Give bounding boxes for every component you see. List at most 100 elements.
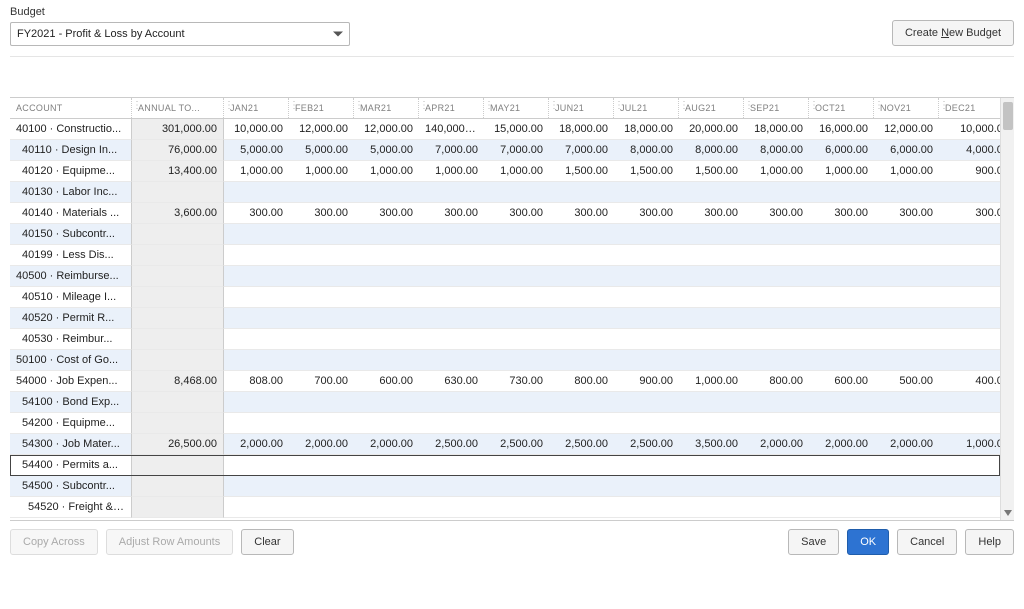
month-cell[interactable] (939, 224, 1000, 245)
month-cell[interactable] (224, 413, 289, 434)
month-cell[interactable]: 5,000.00 (354, 140, 419, 161)
month-cell[interactable]: 700.00 (289, 371, 354, 392)
month-cell[interactable] (679, 392, 744, 413)
month-cell[interactable]: 800.00 (549, 371, 614, 392)
month-cell[interactable] (549, 497, 614, 518)
month-cell[interactable] (224, 329, 289, 350)
month-cell[interactable] (289, 392, 354, 413)
month-cell[interactable] (419, 287, 484, 308)
account-cell[interactable]: 40510 · Mileage I... (10, 287, 132, 308)
month-cell[interactable] (679, 497, 744, 518)
annual-total-cell[interactable] (132, 392, 224, 413)
month-cell[interactable] (614, 224, 679, 245)
month-cell[interactable] (484, 329, 549, 350)
month-cell[interactable] (549, 350, 614, 371)
month-cell[interactable] (224, 182, 289, 203)
annual-total-cell[interactable]: 76,000.00 (132, 140, 224, 161)
month-cell[interactable] (484, 287, 549, 308)
account-cell[interactable]: 54300 · Job Mater... (10, 434, 132, 455)
table-row[interactable]: 40120 · Equipme...13,400.001,000.001,000… (10, 161, 1000, 182)
month-cell[interactable] (224, 224, 289, 245)
help-button[interactable]: Help (965, 529, 1014, 555)
month-cell[interactable] (874, 308, 939, 329)
month-cell[interactable] (614, 266, 679, 287)
month-cell[interactable] (614, 182, 679, 203)
month-cell[interactable] (549, 182, 614, 203)
month-cell[interactable]: 2,500.00 (419, 434, 484, 455)
table-row[interactable]: 40510 · Mileage I... (10, 287, 1000, 308)
month-cell[interactable]: 1,000.00 (939, 434, 1000, 455)
account-cell[interactable]: 40500 · Reimburse... (10, 266, 132, 287)
table-row[interactable]: 40130 · Labor Inc... (10, 182, 1000, 203)
month-cell[interactable]: 12,000.00 (354, 119, 419, 140)
account-cell[interactable]: 40130 · Labor Inc... (10, 182, 132, 203)
month-cell[interactable] (744, 308, 809, 329)
month-cell[interactable]: 300.00 (289, 203, 354, 224)
month-cell[interactable] (679, 413, 744, 434)
vertical-scrollbar[interactable] (1000, 98, 1014, 520)
table-row[interactable]: 40110 · Design In...76,000.005,000.005,0… (10, 140, 1000, 161)
month-cell[interactable] (874, 392, 939, 413)
month-cell[interactable] (809, 392, 874, 413)
month-cell[interactable] (224, 392, 289, 413)
month-cell[interactable] (614, 455, 679, 476)
column-header[interactable]: OCT21 (809, 98, 874, 118)
month-cell[interactable] (419, 413, 484, 434)
month-cell[interactable] (809, 329, 874, 350)
month-cell[interactable]: 2,000.00 (224, 434, 289, 455)
month-cell[interactable]: 2,000.00 (874, 434, 939, 455)
month-cell[interactable] (679, 287, 744, 308)
month-cell[interactable] (809, 413, 874, 434)
month-cell[interactable]: 1,500.00 (549, 161, 614, 182)
month-cell[interactable] (744, 350, 809, 371)
month-cell[interactable] (939, 413, 1000, 434)
month-cell[interactable]: 300.00 (549, 203, 614, 224)
month-cell[interactable]: 1,000.00 (874, 161, 939, 182)
month-cell[interactable]: 300.00 (484, 203, 549, 224)
month-cell[interactable] (939, 308, 1000, 329)
month-cell[interactable]: 7,000.00 (484, 140, 549, 161)
month-cell[interactable]: 300.00 (809, 203, 874, 224)
month-cell[interactable]: 300.00 (874, 203, 939, 224)
month-cell[interactable]: 3,500.00 (679, 434, 744, 455)
month-cell[interactable]: 1,000.00 (484, 161, 549, 182)
month-cell[interactable] (354, 329, 419, 350)
annual-total-cell[interactable]: 3,600.00 (132, 203, 224, 224)
month-cell[interactable]: 2,500.00 (549, 434, 614, 455)
month-cell[interactable] (484, 413, 549, 434)
month-cell[interactable] (419, 308, 484, 329)
month-cell[interactable] (874, 497, 939, 518)
month-cell[interactable] (614, 308, 679, 329)
month-cell[interactable] (614, 329, 679, 350)
month-cell[interactable]: 1,000.00 (289, 161, 354, 182)
month-cell[interactable]: 8,000.00 (679, 140, 744, 161)
month-cell[interactable] (939, 497, 1000, 518)
annual-total-cell[interactable]: 8,468.00 (132, 371, 224, 392)
month-cell[interactable] (354, 224, 419, 245)
annual-total-cell[interactable] (132, 245, 224, 266)
month-cell[interactable] (354, 476, 419, 497)
account-cell[interactable]: 40150 · Subcontr... (10, 224, 132, 245)
annual-total-cell[interactable] (132, 329, 224, 350)
create-new-budget-button[interactable]: Create New Budget (892, 20, 1014, 46)
column-header[interactable]: NOV21 (874, 98, 939, 118)
month-cell[interactable] (744, 329, 809, 350)
month-cell[interactable] (484, 392, 549, 413)
month-cell[interactable] (419, 266, 484, 287)
month-cell[interactable]: 18,000.00 (614, 119, 679, 140)
month-cell[interactable] (224, 266, 289, 287)
table-row[interactable]: 40520 · Permit R... (10, 308, 1000, 329)
column-header[interactable]: AUG21 (679, 98, 744, 118)
month-cell[interactable]: 10,000.00 (224, 119, 289, 140)
account-cell[interactable]: 54400 · Permits a... (10, 455, 132, 476)
month-cell[interactable] (549, 245, 614, 266)
column-header[interactable]: MAY21 (484, 98, 549, 118)
month-cell[interactable]: 18,000.00 (549, 119, 614, 140)
month-cell[interactable] (679, 308, 744, 329)
month-cell[interactable] (874, 413, 939, 434)
month-cell[interactable] (224, 245, 289, 266)
month-cell[interactable] (354, 413, 419, 434)
month-cell[interactable] (809, 476, 874, 497)
adjust-row-amounts-button[interactable]: Adjust Row Amounts (106, 529, 234, 555)
column-header[interactable]: FEB21 (289, 98, 354, 118)
